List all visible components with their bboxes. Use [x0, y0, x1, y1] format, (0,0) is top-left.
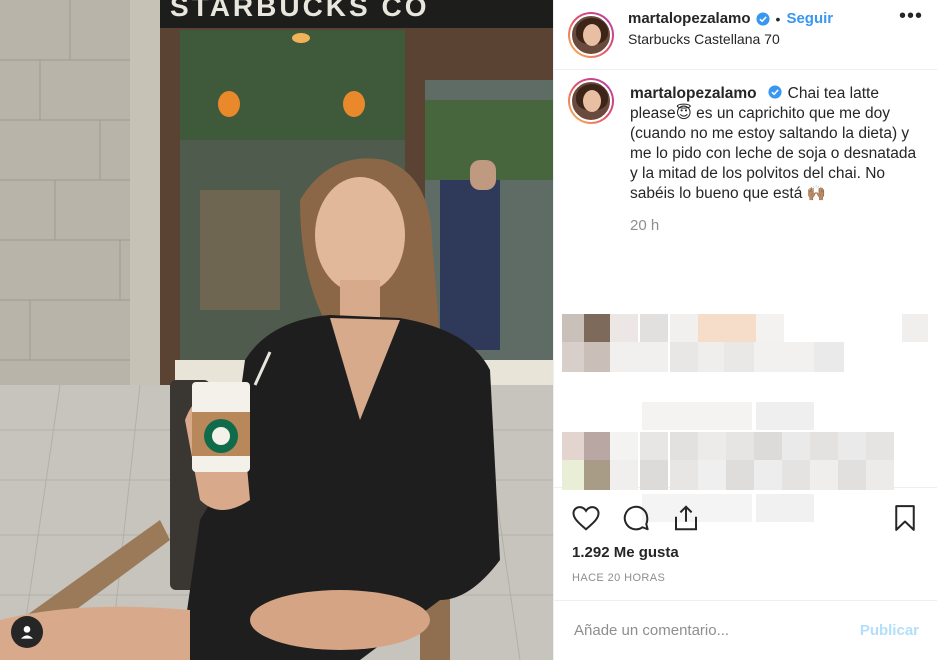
post-header: martalopezalamo • Seguir Starbucks Caste… [554, 0, 937, 70]
more-options-icon[interactable]: ••• [899, 2, 923, 30]
likes-count[interactable]: 1.292 Me gusta [572, 544, 679, 561]
save-button[interactable] [889, 502, 921, 534]
post-photo-scene: STARBUCKS CO [0, 0, 553, 660]
bookmark-icon [895, 505, 915, 531]
post-caption-area: martalopezalamo Chai tea latte please😇 e… [554, 70, 937, 522]
comment-icon [623, 505, 649, 531]
author-avatar[interactable] [568, 11, 614, 58]
caption-author-avatar[interactable] [568, 78, 614, 124]
verified-badge-icon [755, 11, 770, 26]
comment-button[interactable] [620, 502, 652, 534]
heart-icon [572, 506, 600, 531]
caption-age[interactable]: 20 h [630, 217, 921, 234]
post-details-panel: martalopezalamo • Seguir Starbucks Caste… [553, 0, 937, 660]
post-actions-bar [554, 488, 937, 548]
storefront-sign: STARBUCKS CO [170, 0, 429, 22]
share-icon [675, 505, 697, 531]
follow-button[interactable]: Seguir [786, 10, 833, 27]
comment-input[interactable] [574, 622, 860, 639]
post-timestamp[interactable]: HACE 20 HORAS [572, 572, 665, 584]
post-location[interactable]: Starbucks Castellana 70 [628, 31, 921, 47]
like-button[interactable] [570, 502, 602, 534]
user-tag-icon [21, 626, 33, 639]
caption-text-block: martalopezalamo Chai tea latte please😇 e… [630, 84, 921, 204]
add-comment-bar: Publicar [554, 600, 937, 660]
verified-badge-icon [768, 85, 782, 99]
share-button[interactable] [670, 502, 702, 534]
caption-text: Chai tea latte please😇 es un caprichito … [630, 85, 917, 202]
author-username[interactable]: martalopezalamo [628, 10, 751, 27]
tagged-user-button[interactable] [11, 616, 43, 648]
caption-author-username[interactable]: martalopezalamo [630, 85, 757, 102]
publish-button[interactable]: Publicar [860, 622, 919, 639]
post-photo[interactable]: STARBUCKS CO [0, 0, 553, 660]
separator-dot: • [775, 10, 781, 27]
